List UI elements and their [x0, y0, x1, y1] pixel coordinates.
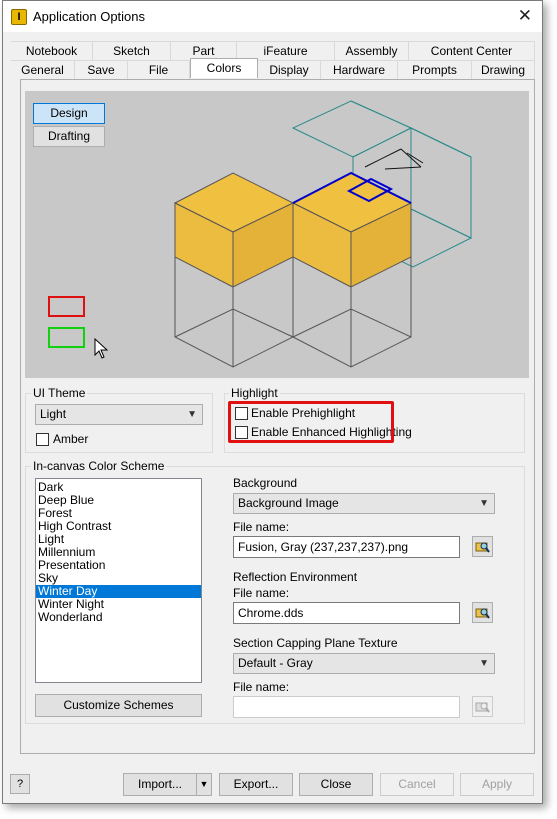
color-preview-canvas: Design Drafting — [25, 91, 529, 378]
chevron-down-icon: ▼ — [199, 779, 209, 789]
tab-display[interactable]: Display — [258, 60, 321, 79]
tab-hardware[interactable]: Hardware — [321, 60, 398, 79]
cancel-button[interactable]: Cancel — [380, 773, 454, 796]
application-options-dialog: I Application Options ✕ Notebook Sketch … — [2, 0, 543, 804]
apply-button[interactable]: Apply — [460, 773, 534, 796]
annotation-highlight-box — [228, 401, 394, 443]
preview-model-illustration — [48, 100, 473, 368]
tab-drawing[interactable]: Drawing — [472, 60, 535, 79]
tab-notebook[interactable]: Notebook — [11, 41, 93, 60]
background-file-label: File name: — [233, 520, 290, 534]
section-capping-value: Default - Gray — [238, 656, 313, 670]
customize-schemes-button[interactable]: Customize Schemes — [35, 694, 202, 717]
ui-theme-label: UI Theme — [31, 386, 88, 400]
window-title: Application Options — [33, 9, 146, 24]
section-capping-label: Section Capping Plane Texture — [233, 636, 398, 650]
browse-folder-icon — [475, 702, 490, 713]
background-browse-button[interactable] — [472, 536, 493, 557]
import-button[interactable]: Import... — [123, 773, 197, 796]
tab-save[interactable]: Save — [75, 60, 128, 79]
tab-colors[interactable]: Colors — [190, 58, 258, 78]
app-icon: I — [11, 9, 27, 25]
tab-prompts[interactable]: Prompts — [398, 60, 472, 79]
reflection-file-input[interactable]: Chrome.dds — [233, 602, 460, 624]
section-capping-select[interactable]: Default - Gray ▼ — [233, 653, 495, 674]
title-bar: I Application Options ✕ — [3, 1, 542, 32]
chevron-down-icon: ▼ — [187, 409, 197, 420]
list-item[interactable]: Presentation — [36, 559, 201, 572]
reflection-browse-button[interactable] — [472, 602, 493, 623]
ui-theme-value: Light — [40, 407, 67, 421]
close-button[interactable]: Close — [299, 773, 373, 796]
browse-folder-icon — [475, 542, 490, 553]
reflection-file-label: File name: — [233, 586, 290, 600]
chevron-down-icon: ▼ — [479, 658, 489, 669]
tab-file[interactable]: File — [128, 60, 190, 79]
chevron-down-icon: ▼ — [479, 498, 489, 509]
color-scheme-list[interactable]: Dark Deep Blue Forest High Contrast Ligh… — [35, 478, 202, 683]
reflection-label: Reflection Environment — [233, 570, 358, 584]
help-button[interactable]: ? — [10, 774, 30, 794]
tab-sketch[interactable]: Sketch — [93, 41, 171, 60]
colors-tab-panel: Design Drafting UI Theme Light ▼ Amber H… — [20, 79, 535, 754]
list-item[interactable]: Wonderland — [36, 611, 201, 624]
close-window-button[interactable]: ✕ — [518, 6, 532, 26]
section-capping-file-input[interactable] — [233, 696, 460, 718]
highlight-label: Highlight — [229, 386, 280, 400]
tab-general[interactable]: General — [11, 60, 75, 79]
background-select[interactable]: Background Image ▼ — [233, 493, 495, 514]
color-scheme-label: In-canvas Color Scheme — [31, 459, 167, 473]
browse-folder-icon — [475, 608, 490, 619]
tab-content-center[interactable]: Content Center — [409, 41, 535, 60]
import-dropdown-button[interactable]: ▼ — [196, 773, 212, 796]
amber-checkbox[interactable] — [36, 433, 49, 446]
background-value: Background Image — [238, 496, 339, 510]
amber-label: Amber — [53, 432, 89, 446]
tab-assembly[interactable]: Assembly — [335, 41, 409, 60]
export-button[interactable]: Export... — [219, 773, 293, 796]
section-capping-file-label: File name: — [233, 680, 290, 694]
background-label: Background — [233, 476, 298, 490]
background-file-input[interactable]: Fusion, Gray (237,237,237).png — [233, 536, 460, 558]
section-capping-browse-button[interactable] — [472, 696, 493, 717]
ui-theme-select[interactable]: Light ▼ — [35, 404, 203, 425]
